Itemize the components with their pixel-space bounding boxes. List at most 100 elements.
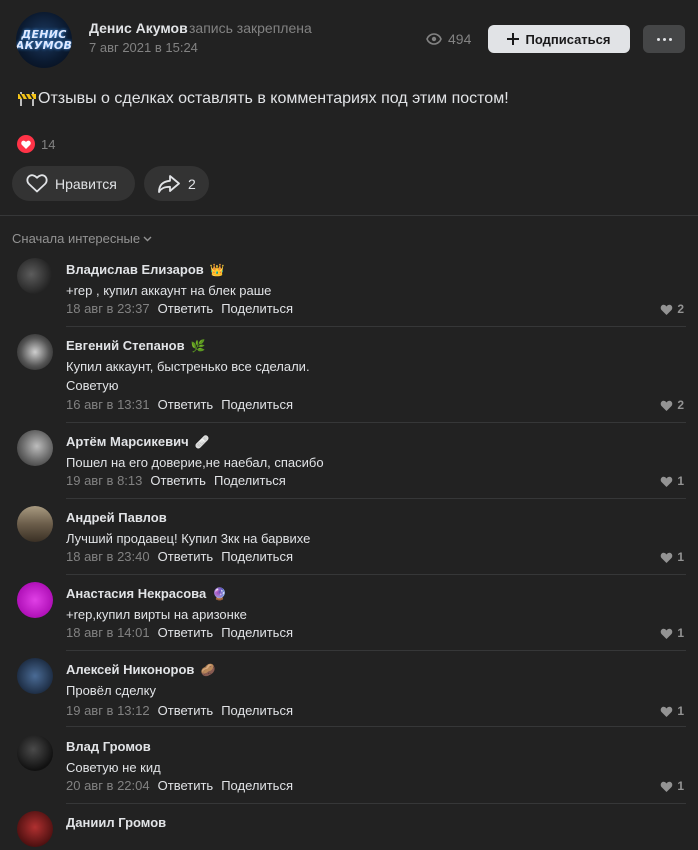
commenter-name[interactable]: Артём Марсикевич 🩹 [66,434,210,449]
commenter-name[interactable]: Алексей Никоноров 🥔 [66,662,215,677]
commenter-avatar[interactable] [17,430,53,466]
share-comment-button[interactable]: Поделиться [221,703,293,718]
subscribe-button[interactable]: Подписаться [488,25,630,53]
comment-divider [66,326,686,327]
commenter-name[interactable]: Евгений Степанов 🌿 [66,338,206,353]
comment-text-line-2: Советую [66,378,119,393]
chevron-down-icon [143,236,152,241]
share-comment-button[interactable]: Поделиться [221,549,293,564]
reply-button[interactable]: Ответить [158,549,214,564]
heart-icon [661,552,673,563]
comment-like-count: 1 [677,474,684,488]
comment-meta: 18 авг в 23:40 Ответить Поделиться [66,549,293,564]
comment-text-line-1: Купил аккаунт, быстренько все сделали. [66,359,310,374]
like-button[interactable]: Нравится [12,166,135,201]
share-button[interactable]: 2 [144,166,209,201]
comment-like[interactable]: 1 [660,474,684,488]
like-label: Нравится [55,175,117,192]
heart-outline-icon [26,174,48,193]
reply-button[interactable]: Ответить [158,625,214,640]
badge-emoji: 👑 [209,262,225,277]
commenter-avatar[interactable] [17,334,53,370]
comment-like[interactable]: 1 [660,779,684,793]
share-comment-button[interactable]: Поделиться [221,625,293,640]
comment-time[interactable]: 16 авг в 13:31 [66,397,150,412]
post-header: ДЕНИС АКУМОВ Денис Акумов запись закрепл… [0,0,698,80]
comment-text: +rep , купил аккаунт на блек раше [66,283,272,298]
share-comment-button[interactable]: Поделиться [221,397,293,412]
eye-icon [426,33,442,45]
commenter-avatar[interactable] [17,735,53,771]
comment-like[interactable]: 1 [660,550,684,564]
comment-text: Лучший продавец! Купил 3кк на барвихе [66,531,311,546]
comment-divider [66,803,686,804]
dot-icon [662,37,666,41]
comment-time[interactable]: 18 авг в 23:40 [66,549,150,564]
comment-divider [66,650,686,651]
badge-emoji: 🔮 [212,586,228,601]
commenter-avatar[interactable] [17,811,53,847]
badge-emoji: 🥔 [200,662,216,677]
reply-button[interactable]: Ответить [158,301,214,316]
comment-like[interactable]: 1 [660,626,684,640]
comment-time[interactable]: 18 авг в 23:37 [66,301,150,316]
shares-count: 2 [188,175,196,192]
commenter-avatar[interactable] [17,582,53,618]
comment-meta: 20 авг в 22:04 Ответить Поделиться [66,778,293,793]
heart-icon [661,628,673,639]
commenter-avatar[interactable] [17,658,53,694]
more-options-button[interactable] [643,25,685,53]
comment-time[interactable]: 20 авг в 22:04 [66,778,150,793]
commenter-name[interactable]: Андрей Павлов [66,510,167,525]
author-name[interactable]: Денис Акумов [89,20,188,36]
sort-label: Сначала интересные [12,231,141,246]
comment-text: Пошел на его доверие,не наебал, спасибо [66,455,324,470]
comment-like[interactable]: 2 [660,398,684,412]
comment-like[interactable]: 1 [660,704,684,718]
comment-time[interactable]: 19 авг в 8:13 [66,473,142,488]
comment-text: +rep,купил вирты на аризонке [66,607,247,622]
comment-meta: 16 авг в 13:31 Ответить Поделиться [66,397,293,412]
heart-icon [661,400,673,411]
likes-summary[interactable]: 14 [17,135,55,153]
share-comment-button[interactable]: Поделиться [221,778,293,793]
comment-like-count: 1 [677,626,684,640]
commenter-name[interactable]: Даниил Громов [66,815,166,830]
commenter-avatar[interactable] [17,506,53,542]
reply-button[interactable]: Ответить [158,703,214,718]
comment-divider [66,498,686,499]
post-text: Отзывы о сделках оставлять в комментария… [18,90,509,108]
heart-badge-icon [17,135,35,153]
comment-like[interactable]: 2 [660,302,684,316]
comment-text: Провёл сделку [66,683,156,698]
comment-text: Купил аккаунт, быстренько все сделали. С… [66,357,626,395]
commenter-avatar[interactable] [17,258,53,294]
comment-meta: 19 авг в 13:12 Ответить Поделиться [66,703,293,718]
badge-emoji: 🩹 [194,434,210,449]
share-icon [158,174,180,193]
subscribe-label: Подписаться [525,31,611,47]
plus-icon [507,33,520,45]
reply-button[interactable]: Ответить [158,778,214,793]
heart-icon [661,304,673,315]
share-comment-button[interactable]: Поделиться [221,301,293,316]
author-avatar[interactable]: ДЕНИС АКУМОВ [16,12,72,68]
commenter-name[interactable]: Влад Громов [66,739,151,754]
comment-meta: 18 авг в 23:37 Ответить Поделиться [66,301,293,316]
commenter-name[interactable]: Владислав Елизаров 👑 [66,262,225,277]
reply-button[interactable]: Ответить [158,397,214,412]
commenter-name[interactable]: Анастасия Некрасова 🔮 [66,586,227,601]
comment-time[interactable]: 18 авг в 14:01 [66,625,150,640]
comment-time[interactable]: 19 авг в 13:12 [66,703,150,718]
views-counter: 494 [426,31,471,47]
dot-icon [656,37,660,41]
construction-icon [18,92,36,106]
post-date[interactable]: 7 авг 2021 в 15:24 [89,40,198,55]
share-comment-button[interactable]: Поделиться [214,473,286,488]
comment-like-count: 1 [677,779,684,793]
badge-emoji: 🌿 [190,338,206,353]
comments-sort-dropdown[interactable]: Сначала интересные [12,231,152,246]
reply-button[interactable]: Ответить [150,473,206,488]
comment-divider [66,422,686,423]
comment-divider [66,574,686,575]
